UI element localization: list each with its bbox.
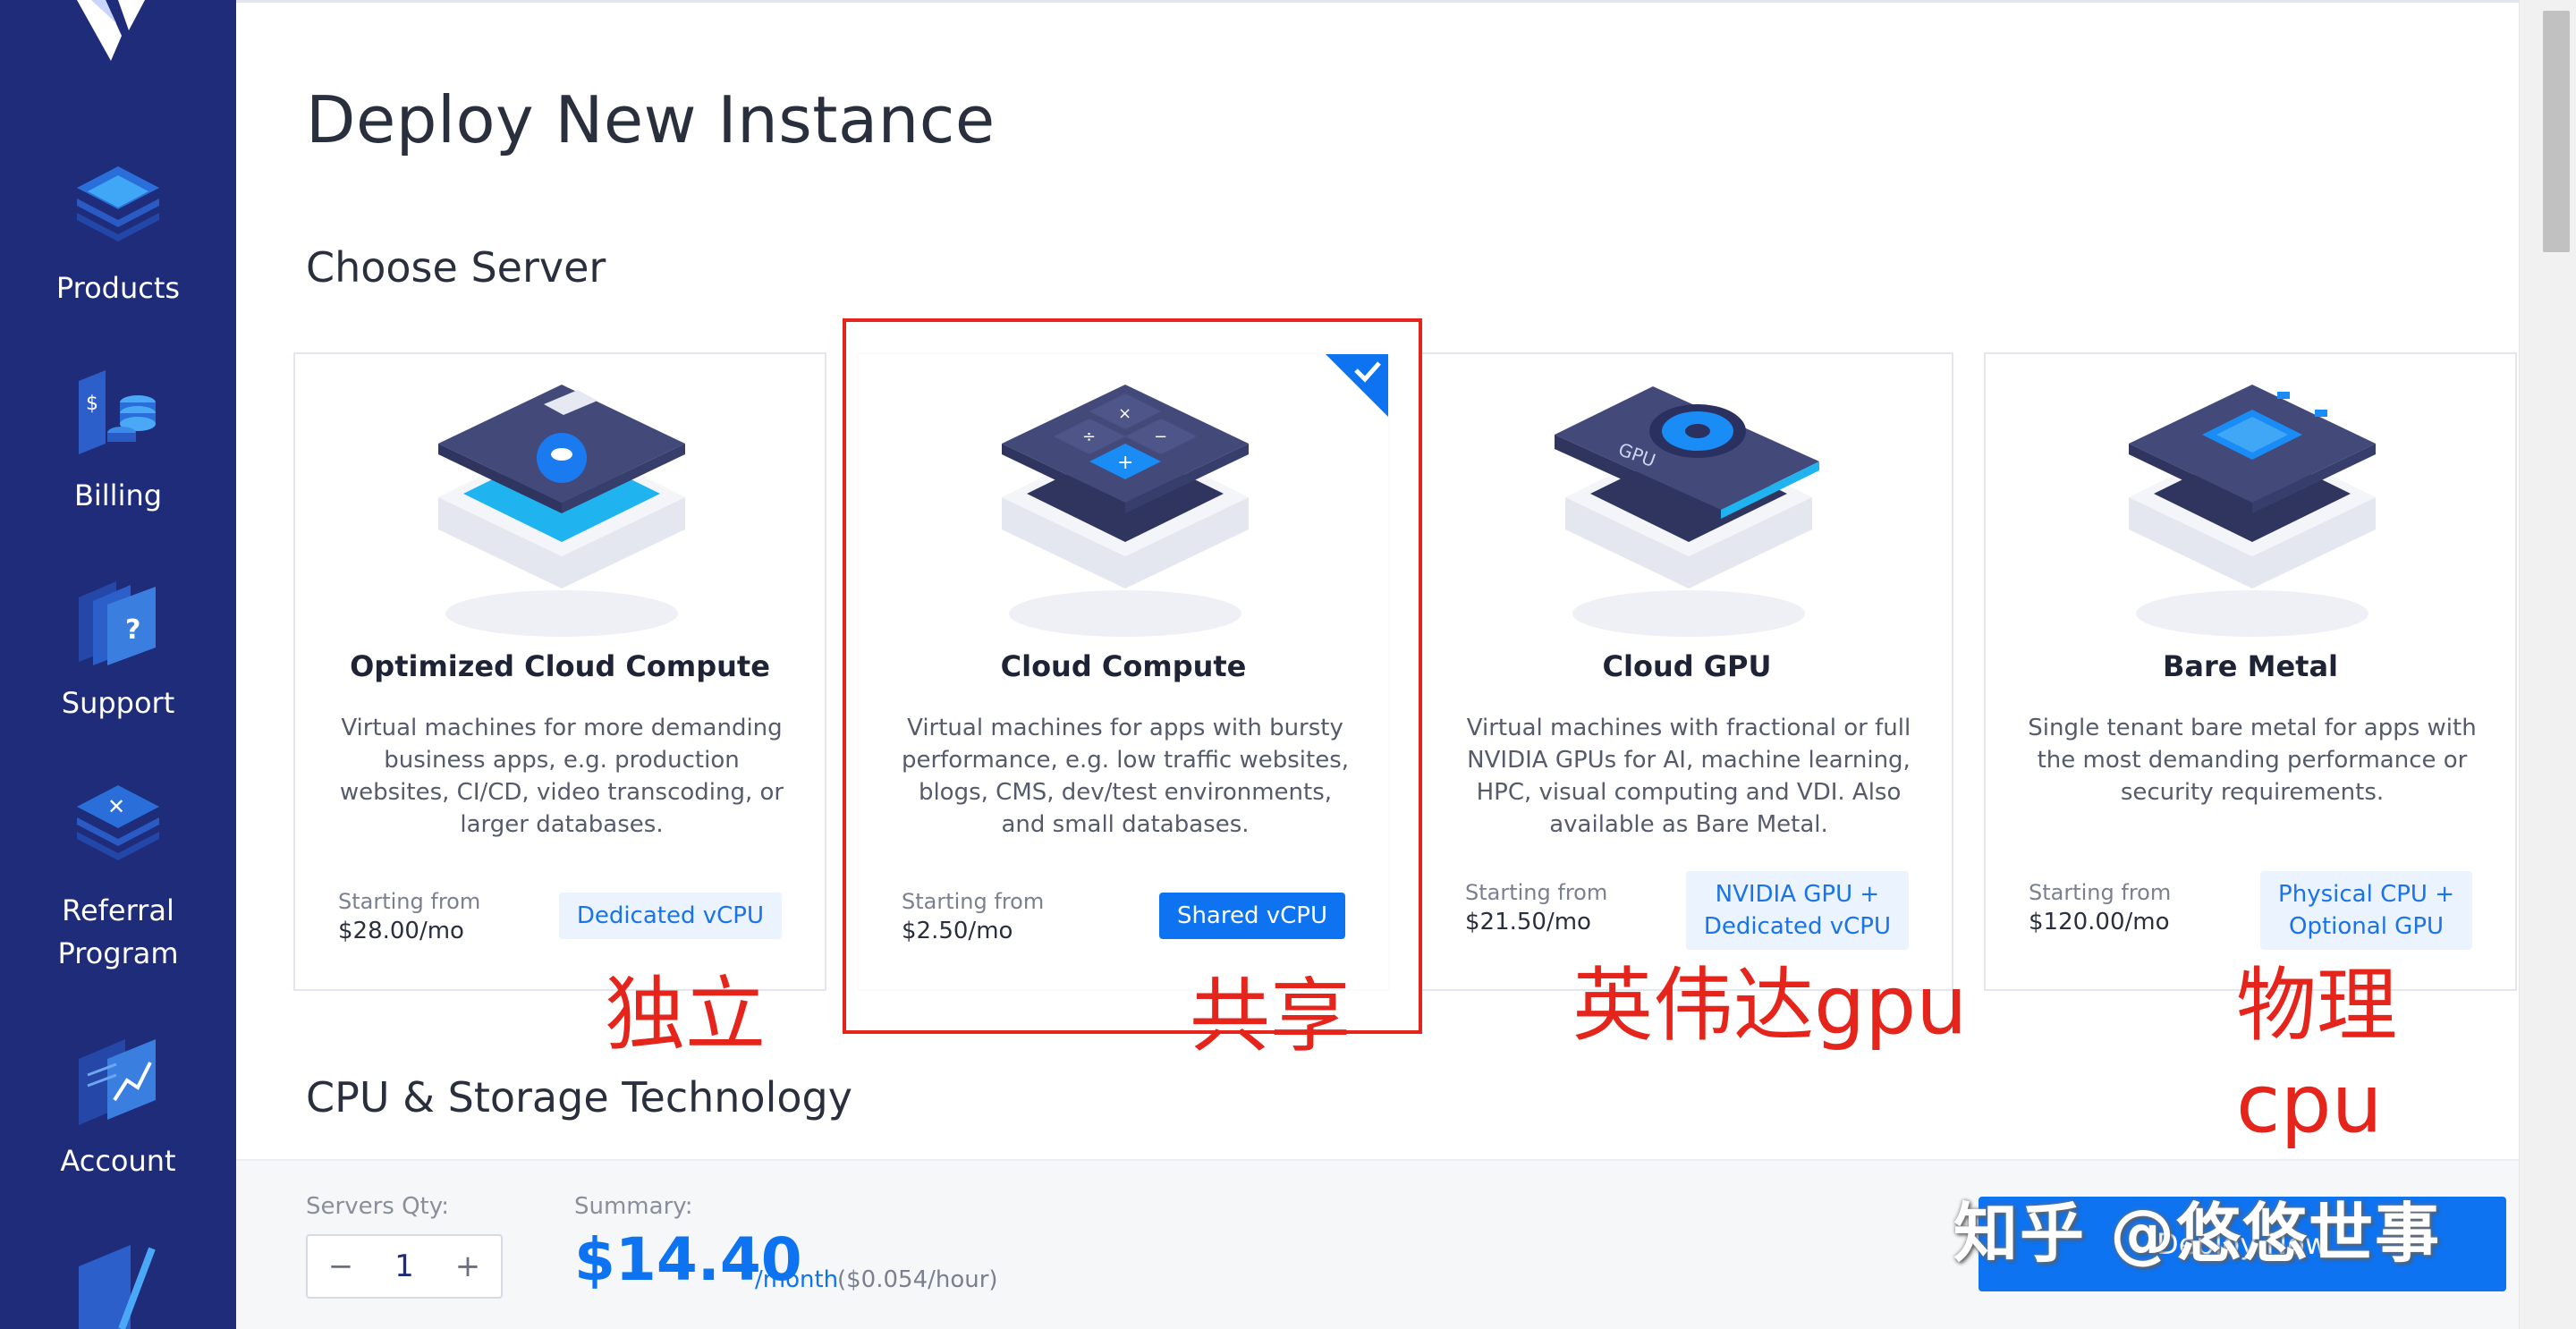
- annotation-text: 共享: [1190, 969, 1351, 1063]
- svg-text:✕: ✕: [107, 794, 125, 819]
- cpu-type-badge: NVIDIA GPU + Dedicated vCPU: [1685, 871, 1909, 950]
- sidebar-item-label: Support: [61, 686, 175, 720]
- starting-from-label: Starting from: [2029, 880, 2172, 905]
- support-question-icon: ?: [79, 581, 156, 665]
- card-price: $21.50/mo: [1465, 909, 1591, 935]
- bare-metal-icon: [2129, 385, 2376, 637]
- servers-qty-label: Servers Qty:: [306, 1193, 449, 1220]
- sidebar: Products $ Billing ? Support ✕ Referral …: [0, 0, 236, 1329]
- page-scrollbar[interactable]: [2519, 0, 2576, 1329]
- summary-label: Summary:: [574, 1193, 693, 1220]
- starting-from-label: Starting from: [1465, 880, 1608, 905]
- section-title-choose-server: Choose Server: [306, 243, 606, 292]
- annotation-text: 物理 cpu: [2236, 959, 2397, 1151]
- svg-text:?: ?: [125, 614, 140, 646]
- referral-stack-icon: ✕: [77, 785, 159, 860]
- cpu-type-badge: Dedicated vCPU: [558, 893, 782, 939]
- sidebar-item-label: Account: [60, 1144, 176, 1178]
- starting-from-label: Starting from: [338, 889, 481, 914]
- sidebar-item-label: Products: [55, 271, 181, 305]
- sidebar-item-support[interactable]: ? Support: [0, 565, 236, 724]
- svg-text:$: $: [86, 393, 98, 415]
- scrollbar-thumb[interactable]: [2543, 11, 2570, 252]
- sidebar-item-referral[interactable]: ✕ Referral Program: [0, 773, 236, 975]
- card-description: Virtual machines for more demanding busi…: [339, 715, 784, 838]
- server-card-cloud-gpu[interactable]: GPU Cloud GPU Virtual machines with frac…: [1420, 352, 1953, 991]
- quantity-value[interactable]: 1: [394, 1249, 414, 1284]
- account-chart-icon: [79, 1039, 156, 1125]
- pen-document-icon: [79, 1245, 156, 1329]
- summary-per-month: /month: [755, 1266, 839, 1293]
- section-title-cpu-storage: CPU & Storage Technology: [306, 1073, 852, 1122]
- card-title: Optimized Cloud Compute: [350, 649, 770, 683]
- annotation-text: 独立: [605, 968, 766, 1062]
- server-card-bare-metal[interactable]: Bare Metal Single tenant bare metal for …: [1984, 352, 2517, 991]
- cloud-gpu-icon: GPU: [1555, 386, 1819, 637]
- card-description: Virtual machines with fractional or full…: [1466, 715, 1911, 838]
- sidebar-item-label: Billing: [73, 478, 163, 512]
- sidebar-item-billing[interactable]: $ Billing: [0, 358, 236, 517]
- increment-button[interactable]: +: [454, 1249, 481, 1284]
- order-footer: Servers Qty: − 1 + Summary: $14.40 /mont…: [236, 1159, 2519, 1329]
- annotation-text: 英伟达gpu: [1572, 959, 1968, 1053]
- page-title: Deploy New Instance: [306, 82, 996, 157]
- server-card-optimized[interactable]: Optimized Cloud Compute Virtual machines…: [293, 352, 826, 991]
- sidebar-item-account[interactable]: Account: [0, 1023, 236, 1182]
- annotation-highlight-box: [843, 318, 1422, 1034]
- summary-per-hour: ($0.054/hour): [837, 1266, 998, 1293]
- top-divider: [236, 0, 2519, 5]
- quantity-stepper[interactable]: − 1 +: [306, 1234, 503, 1299]
- sidebar-item-products[interactable]: Products: [0, 150, 236, 309]
- vultr-logo[interactable]: [70, 0, 159, 68]
- optimized-compute-icon: [438, 385, 685, 637]
- products-stack-icon: [77, 166, 159, 241]
- sidebar-item-label: Referral Program: [57, 893, 179, 970]
- cpu-type-badge: Physical CPU + Optional GPU: [2260, 871, 2472, 950]
- card-title: Cloud GPU: [1602, 649, 1772, 683]
- card-title: Bare Metal: [2162, 649, 2338, 683]
- watermark-text: 知乎 @悠悠世事: [1953, 1196, 2442, 1271]
- card-price: $28.00/mo: [338, 918, 464, 944]
- decrement-button[interactable]: −: [327, 1249, 354, 1284]
- billing-coins-icon: $: [79, 370, 156, 454]
- sidebar-item-docs[interactable]: [0, 1231, 236, 1329]
- card-price: $120.00/mo: [2029, 909, 2170, 935]
- card-description: Single tenant bare metal for apps with t…: [2028, 715, 2477, 806]
